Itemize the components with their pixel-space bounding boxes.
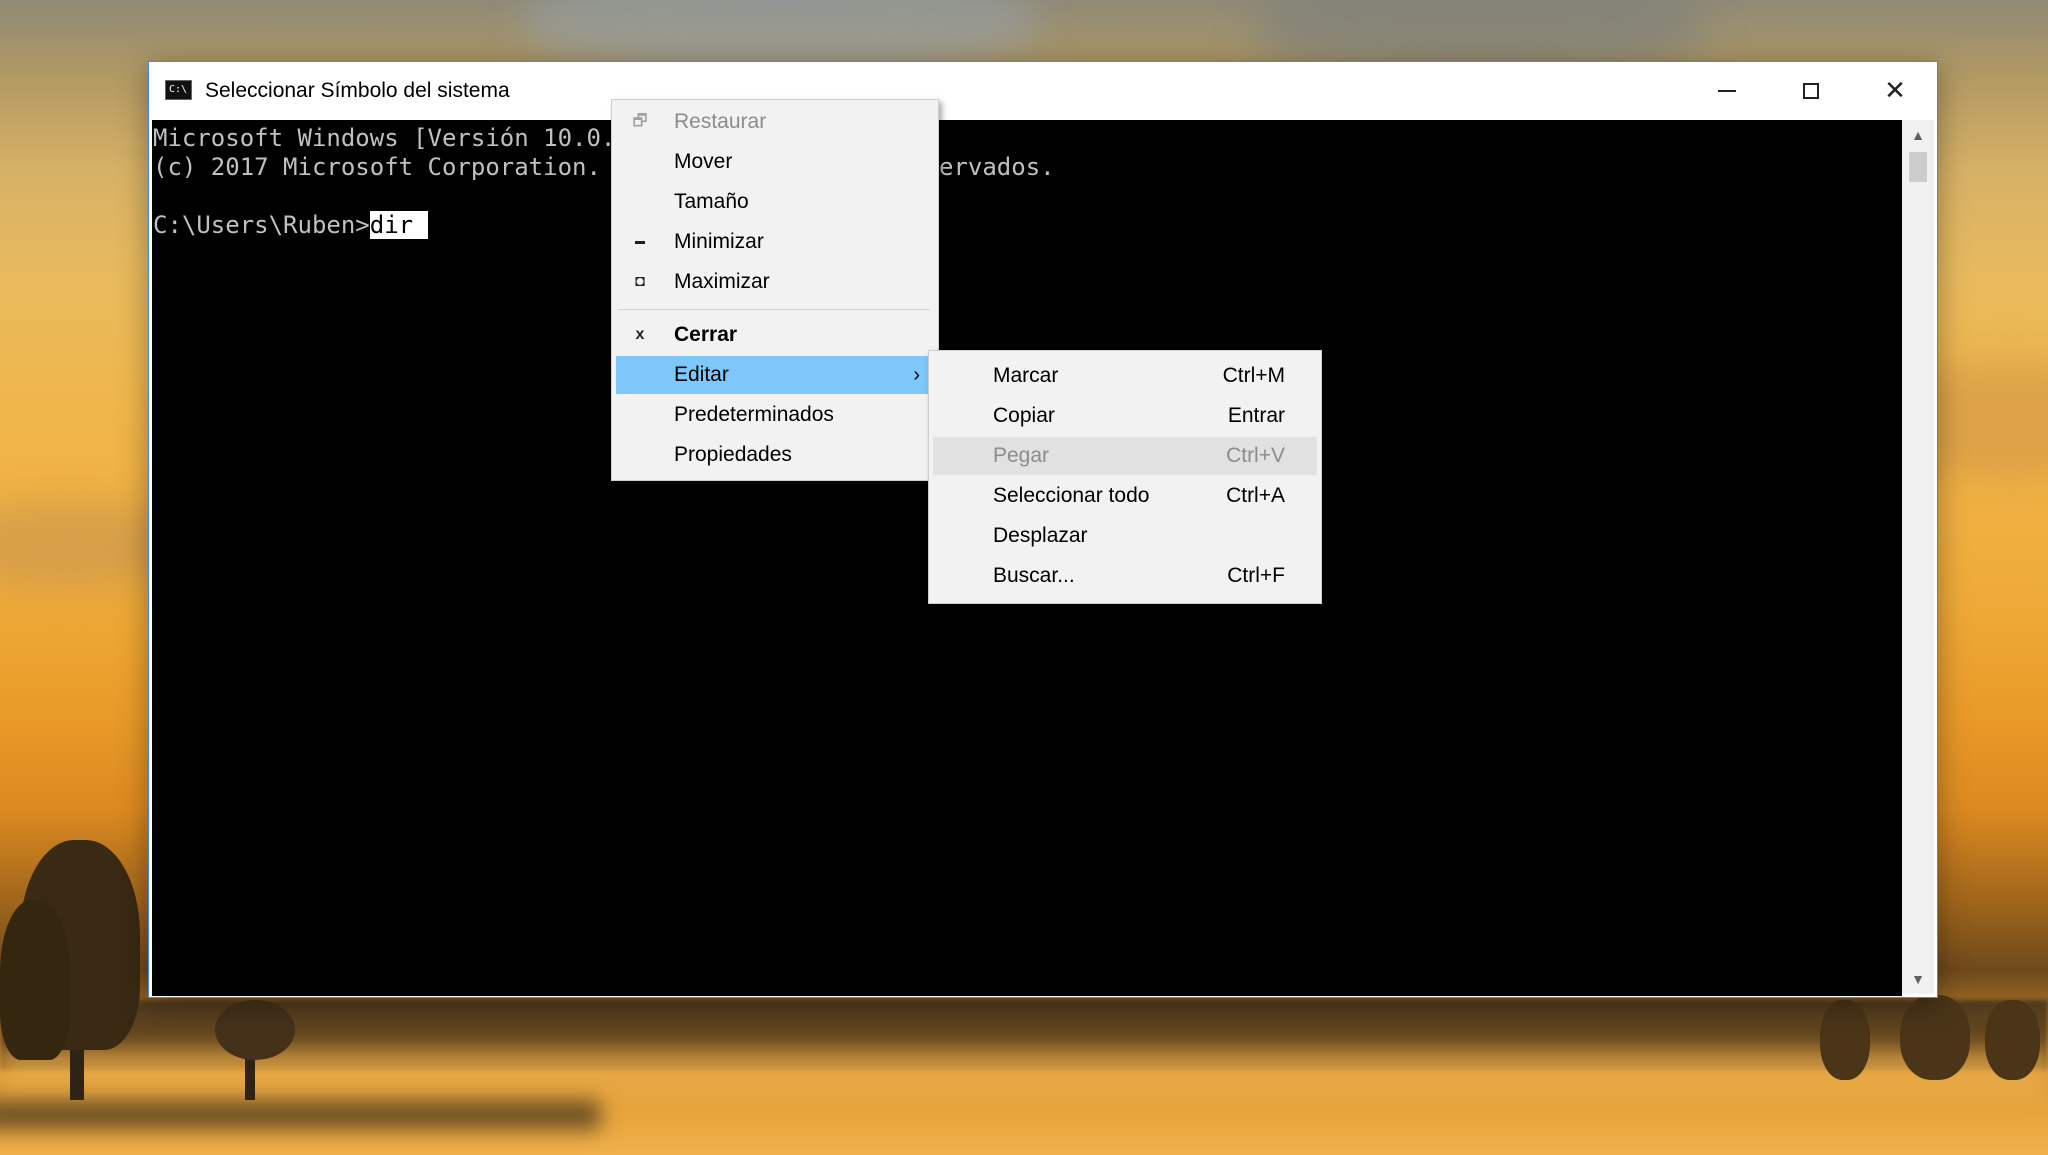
menu-item-label: Tamaño — [674, 190, 749, 213]
menu-item-paste[interactable]: Pegar Ctrl+V — [933, 437, 1317, 475]
menu-item-move[interactable]: Mover — [616, 143, 932, 181]
menu-item-shortcut: Ctrl+V — [1226, 444, 1285, 467]
close-button[interactable]: ✕ — [1853, 62, 1937, 120]
maximize-icon: ◘ — [635, 273, 645, 290]
console-text: Microsoft Windows [Versión 10.0. — [153, 124, 616, 152]
console-text: ervados. — [939, 153, 1055, 181]
submenu-arrow-icon: › — [913, 364, 920, 386]
menu-item-select-all[interactable]: Seleccionar todo Ctrl+A — [933, 477, 1317, 515]
menu-item-shortcut: Ctrl+A — [1226, 484, 1285, 507]
tree-canopy — [1985, 1000, 2040, 1080]
menu-item-defaults[interactable]: Predeterminados — [616, 396, 932, 434]
menu-item-label: Propiedades — [674, 443, 792, 466]
console-line-fragment: ervados. — [939, 153, 1055, 182]
menu-item-properties[interactable]: Propiedades — [616, 436, 932, 474]
menu-item-label: Editar — [674, 363, 729, 386]
maximize-button[interactable] — [1769, 62, 1853, 120]
scroll-down-arrow-icon[interactable]: ▼ — [1902, 964, 1934, 994]
scroll-thumb[interactable] — [1909, 152, 1927, 182]
console-app-icon[interactable]: C:\ — [165, 80, 192, 100]
close-icon: x — [635, 326, 645, 343]
console-prompt: C:\Users\Ruben> — [153, 211, 370, 239]
menu-separator — [618, 309, 930, 310]
system-menu[interactable]: 🗗 Restaurar Mover Tamaño ▬ Minimizar ◘ M… — [611, 99, 939, 481]
menu-item-minimize[interactable]: ▬ Minimizar — [616, 223, 932, 261]
menu-item-copy[interactable]: Copiar Entrar — [933, 397, 1317, 435]
minimize-icon: ▬ — [635, 236, 645, 247]
tree-canopy — [215, 1000, 295, 1060]
menu-item-label: Copiar — [993, 404, 1055, 427]
menu-item-label: Desplazar — [993, 524, 1088, 547]
console-text: (c) 2017 Microsoft Corporation. — [153, 153, 601, 181]
title-bar[interactable]: C:\ Seleccionar Símbolo del sistema ✕ — [149, 62, 1937, 120]
menu-item-maximize[interactable]: ◘ Maximizar — [616, 263, 932, 301]
menu-item-mark[interactable]: Marcar Ctrl+M — [933, 357, 1317, 395]
tree-canopy — [0, 900, 70, 1060]
vertical-scrollbar[interactable]: ▲ ▼ — [1902, 120, 1934, 994]
menu-item-shortcut: Ctrl+M — [1222, 364, 1285, 387]
menu-item-label: Mover — [674, 150, 733, 173]
scroll-up-arrow-icon[interactable]: ▲ — [1902, 120, 1934, 150]
minimize-button[interactable] — [1685, 62, 1769, 120]
menu-item-label: Restaurar — [674, 110, 767, 133]
menu-item-shortcut: Entrar — [1227, 404, 1285, 427]
console-line: Microsoft Windows [Versión 10.0. — [153, 124, 615, 153]
close-icon: ✕ — [1884, 76, 1906, 106]
ground-mist — [0, 1050, 2048, 1100]
menu-item-label: Marcar — [993, 364, 1059, 387]
menu-item-size[interactable]: Tamaño — [616, 183, 932, 221]
menu-item-label: Maximizar — [674, 270, 770, 293]
menu-item-label: Seleccionar todo — [993, 484, 1150, 507]
restore-icon: 🗗 — [632, 113, 648, 130]
menu-item-edit[interactable]: Editar › — [616, 356, 932, 394]
menu-item-scroll[interactable]: Desplazar — [933, 517, 1317, 555]
menu-item-label: Pegar — [993, 444, 1050, 467]
console-line: (c) 2017 Microsoft Corporation. — [153, 153, 601, 182]
window-title: Seleccionar Símbolo del sistema — [205, 79, 510, 102]
tree-canopy — [1820, 1000, 1870, 1080]
maximize-icon — [1803, 83, 1819, 99]
menu-item-find[interactable]: Buscar... Ctrl+F — [933, 557, 1317, 595]
tree-canopy — [1900, 995, 1970, 1080]
menu-item-shortcut: Ctrl+F — [1227, 564, 1285, 587]
menu-item-close[interactable]: x Cerrar — [616, 316, 932, 354]
console-prompt-line: C:\Users\Ruben>dir — [153, 211, 428, 240]
minimize-icon — [1718, 90, 1736, 92]
selected-command-text[interactable]: dir — [369, 211, 428, 239]
menu-item-label: Predeterminados — [674, 403, 834, 426]
menu-item-label: Minimizar — [674, 230, 764, 253]
menu-item-label: Buscar... — [993, 564, 1075, 587]
riverbank — [0, 1100, 600, 1130]
edit-submenu[interactable]: Marcar Ctrl+M Copiar Entrar Pegar Ctrl+V… — [928, 350, 1322, 604]
menu-item-restore[interactable]: 🗗 Restaurar — [616, 103, 932, 141]
menu-item-label: Cerrar — [674, 323, 738, 346]
